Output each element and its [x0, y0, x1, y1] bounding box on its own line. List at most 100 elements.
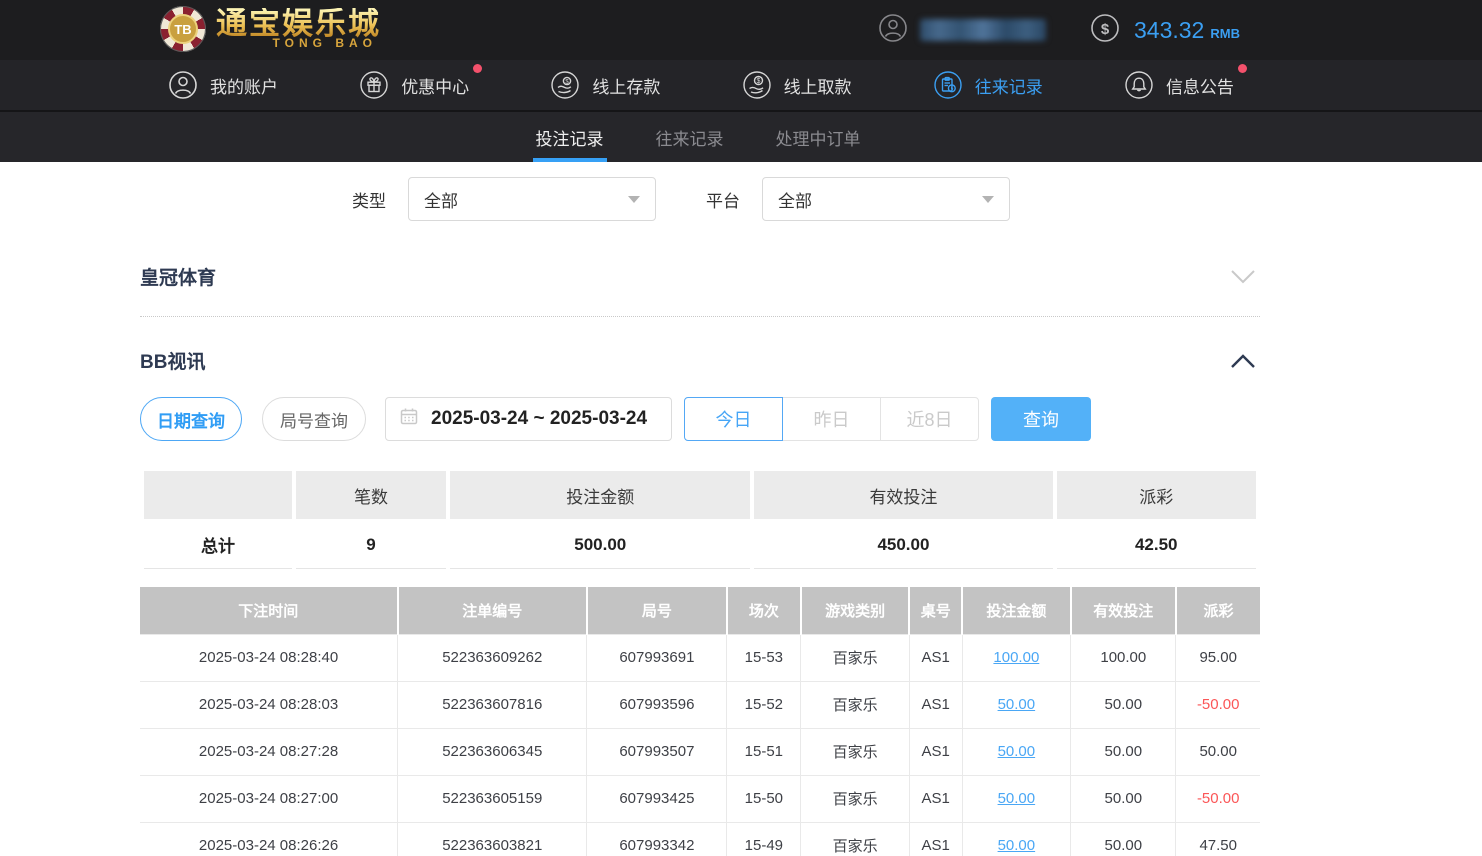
nav-item-promotions[interactable]: 优惠中心 — [359, 70, 469, 100]
summary-header-bet-amount: 投注金额 — [450, 471, 750, 519]
cell-game-type: 百家乐 — [801, 728, 910, 775]
cell-valid-bet: 100.00 — [1071, 634, 1176, 681]
cell-bet-id: 522363606345 — [398, 728, 587, 775]
nav-item-my-account[interactable]: 我的账户 — [168, 70, 278, 100]
chevron-down-icon — [982, 196, 994, 203]
cell-valid-bet: 50.00 — [1071, 728, 1176, 775]
table-row: 2025-03-24 08:27:28 522363606345 6079935… — [140, 728, 1260, 775]
cell-session: 15-49 — [727, 822, 801, 856]
col-round: 局号 — [587, 587, 727, 634]
cell-payout: -50.00 — [1176, 775, 1260, 822]
nav-item-transaction-records[interactable]: 往来记录 — [933, 70, 1043, 100]
record-tabs: 投注记录 往来记录 处理中订单 — [0, 112, 1482, 162]
cell-game-type: 百家乐 — [801, 681, 910, 728]
tab-label: 投注记录 — [536, 125, 604, 150]
type-select[interactable]: 全部 — [408, 177, 656, 221]
balance-value: 343.32 — [1134, 17, 1204, 44]
date-range-value: 2025-03-24 ~ 2025-03-24 — [431, 408, 647, 430]
today-button[interactable]: 今日 — [684, 397, 783, 441]
summary-bet-amount-value: 500.00 — [450, 521, 750, 569]
cell-session: 15-53 — [727, 634, 801, 681]
cell-game-type: 百家乐 — [801, 775, 910, 822]
user-icon — [878, 13, 908, 48]
bell-icon — [1124, 70, 1154, 100]
date-range-input[interactable]: 2025-03-24 ~ 2025-03-24 — [385, 397, 672, 441]
tab-transaction-records[interactable]: 往来记录 — [653, 112, 727, 162]
bet-amount-link[interactable]: 50.00 — [998, 790, 1036, 807]
nav-item-withdraw[interactable]: $ 线上取款 — [742, 70, 852, 100]
nav-label: 线上取款 — [784, 73, 852, 98]
col-table-no: 桌号 — [909, 587, 962, 634]
col-session: 场次 — [727, 587, 801, 634]
round-query-button[interactable]: 局号查询 — [262, 397, 366, 441]
tab-label: 往来记录 — [656, 125, 724, 150]
cell-bet-time: 2025-03-24 08:26:26 — [140, 822, 398, 856]
cell-payout: 95.00 — [1176, 634, 1260, 681]
brand-logo[interactable]: TB 通宝娱乐城 TONG BAO — [160, 6, 381, 52]
table-row: 2025-03-24 08:28:03 522363607816 6079935… — [140, 681, 1260, 728]
section-crown-sports[interactable]: 皇冠体育 — [140, 263, 1260, 317]
cell-bet-amount: 50.00 — [962, 681, 1071, 728]
cell-payout: -50.00 — [1176, 681, 1260, 728]
gift-icon — [359, 70, 389, 100]
cell-session: 15-50 — [727, 775, 801, 822]
cell-table-no: AS1 — [909, 775, 962, 822]
query-controls: 日期查询 局号查询 2025-03-24 ~ 2025-03-24 今日 昨日 … — [140, 397, 1260, 441]
poker-chip-icon: TB — [160, 6, 206, 52]
summary-total-label: 总计 — [144, 521, 292, 569]
summary-total-row: 总计 9 500.00 450.00 42.50 — [144, 521, 1256, 569]
filter-row: 类型 全部 平台 全部 — [140, 177, 1260, 221]
balance-area[interactable]: $ 343.32 RMB — [1090, 0, 1240, 60]
cell-bet-id: 522363605159 — [398, 775, 587, 822]
summary-header-blank — [144, 471, 292, 519]
nav-item-deposit[interactable]: $ 线上存款 — [550, 70, 660, 100]
cell-bet-amount: 50.00 — [962, 822, 1071, 856]
tab-bet-records[interactable]: 投注记录 — [533, 112, 607, 162]
main-content: 类型 全部 平台 全部 皇冠体育 BB视讯 日期查询 局号查询 — [140, 177, 1260, 856]
table-row: 2025-03-24 08:26:26 522363603821 6079933… — [140, 822, 1260, 856]
table-row: 2025-03-24 08:28:40 522363609262 6079936… — [140, 634, 1260, 681]
nav-item-announcements[interactable]: 信息公告 — [1124, 70, 1234, 100]
tab-label: 处理中订单 — [776, 125, 861, 150]
svg-text:$: $ — [1101, 21, 1110, 38]
chevron-up-icon[interactable] — [1230, 353, 1260, 369]
platform-select-value: 全部 — [778, 187, 812, 212]
cell-payout: 50.00 — [1176, 728, 1260, 775]
calendar-icon — [399, 406, 419, 432]
section-bb-live[interactable]: BB视讯 — [140, 347, 1260, 374]
bet-amount-link[interactable]: 50.00 — [998, 743, 1036, 760]
deposit-icon: $ — [550, 70, 580, 100]
date-query-button[interactable]: 日期查询 — [140, 397, 242, 441]
bet-amount-link[interactable]: 100.00 — [993, 649, 1039, 666]
type-label: 类型 — [352, 187, 386, 212]
cell-bet-id: 522363607816 — [398, 681, 587, 728]
cell-bet-time: 2025-03-24 08:28:40 — [140, 634, 398, 681]
top-bar: TB 通宝娱乐城 TONG BAO $ 343.32 RMB — [0, 0, 1482, 60]
bet-amount-link[interactable]: 50.00 — [998, 696, 1036, 713]
withdraw-icon: $ — [742, 70, 772, 100]
bet-amount-link[interactable]: 50.00 — [998, 837, 1036, 854]
col-bet-id: 注单编号 — [398, 587, 587, 634]
cell-game-type: 百家乐 — [801, 634, 910, 681]
cell-round: 607993691 — [587, 634, 727, 681]
chevron-down-icon — [628, 196, 640, 203]
table-header-row: 下注时间 注单编号 局号 场次 游戏类别 桌号 投注金额 有效投注 派彩 — [140, 587, 1260, 634]
tab-pending-orders[interactable]: 处理中订单 — [773, 112, 864, 162]
col-payout: 派彩 — [1176, 587, 1260, 634]
user-area[interactable] — [878, 0, 1046, 60]
cell-round: 607993425 — [587, 775, 727, 822]
platform-select[interactable]: 全部 — [762, 177, 1010, 221]
last-8-days-button[interactable]: 近8日 — [880, 397, 979, 441]
records-icon — [933, 70, 963, 100]
search-button[interactable]: 查询 — [991, 397, 1091, 441]
summary-valid-bet-value: 450.00 — [754, 521, 1052, 569]
balance-currency: RMB — [1210, 26, 1240, 41]
username-blurred — [920, 19, 1046, 41]
cell-valid-bet: 50.00 — [1071, 822, 1176, 856]
yesterday-button[interactable]: 昨日 — [782, 397, 881, 441]
chevron-down-icon[interactable] — [1230, 269, 1260, 285]
bet-records-table: 下注时间 注单编号 局号 场次 游戏类别 桌号 投注金额 有效投注 派彩 202… — [140, 587, 1260, 856]
dollar-coin-icon: $ — [1090, 13, 1120, 48]
cell-game-type: 百家乐 — [801, 822, 910, 856]
nav-label: 信息公告 — [1166, 73, 1234, 98]
